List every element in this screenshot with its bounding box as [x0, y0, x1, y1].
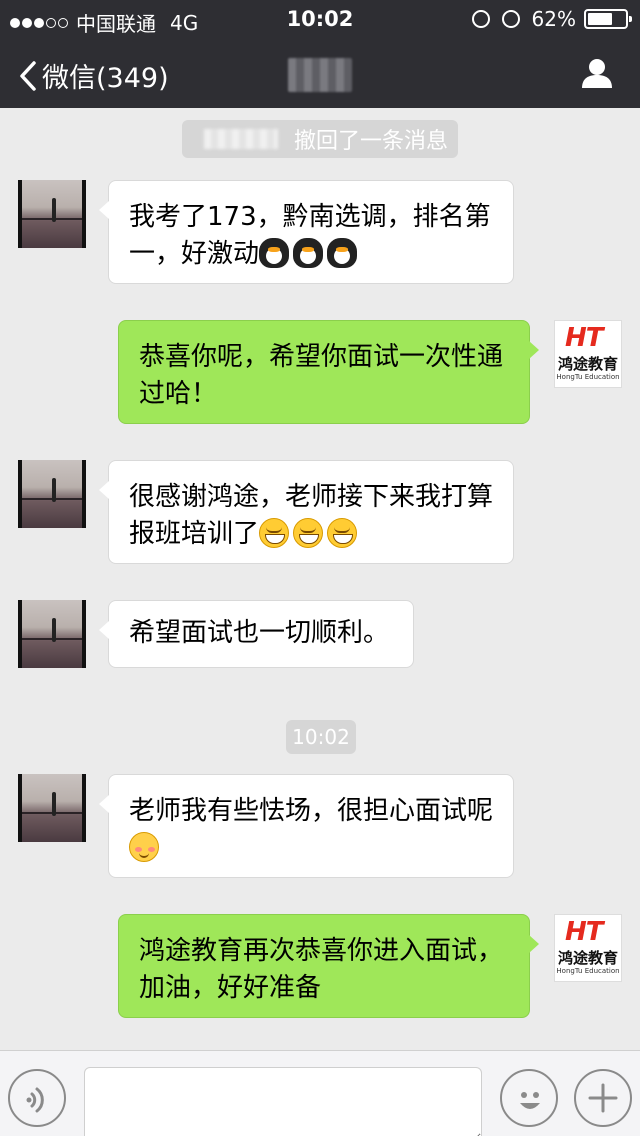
- grin-emoji-icon: [293, 518, 324, 548]
- penguin-emoji-icon: [259, 238, 290, 268]
- rotation-lock-icon: [471, 10, 490, 28]
- battery-icon: [584, 9, 632, 29]
- chevron-left-icon: [20, 60, 36, 91]
- contact-avatar[interactable]: [18, 774, 86, 842]
- chat-timestamp: 10:02: [286, 720, 356, 754]
- brand-avatar[interactable]: HT 鸿途教育 HongTu Education: [554, 914, 622, 982]
- contact-avatar[interactable]: [18, 600, 86, 668]
- emoji-icon: [520, 1092, 540, 1109]
- message-bubble-incoming[interactable]: 希望面试也一切顺利。: [99, 600, 414, 668]
- grin-emoji-icon: [327, 518, 358, 548]
- message-bubble-outgoing[interactable]: 恭喜你呢，希望你面试一次性通过哈！: [118, 320, 539, 424]
- message-text: 恭喜你呢，希望你面试一次性通过哈！: [139, 342, 504, 409]
- contact-name-obscured: [288, 58, 352, 92]
- brand-logo-mark: HT: [565, 917, 603, 947]
- message-text: 鸿途教育再次恭喜你进入面试，加油，好好准备: [139, 936, 504, 1003]
- chat-area[interactable]: 撤回了一条消息 我考了173，黔南选调，排名第一，好激动 恭喜你呢，希望你面试一…: [0, 108, 640, 1050]
- more-button[interactable]: [574, 1069, 632, 1127]
- brand-logo-name: 鸿途教育: [557, 355, 618, 373]
- brand-logo-en: HongTu Education: [556, 967, 620, 975]
- input-bar: [0, 1050, 640, 1136]
- status-bar: 中国联通 4G 10:02 62%: [0, 0, 640, 40]
- grin-emoji-icon: [259, 518, 290, 548]
- message-bubble-outgoing[interactable]: 鸿途教育再次恭喜你进入面试，加油，好好准备: [118, 914, 539, 1018]
- penguin-emoji-icon: [327, 238, 358, 268]
- brand-logo-en: HongTu Education: [556, 373, 620, 381]
- person-icon[interactable]: [580, 56, 614, 90]
- emoji-button[interactable]: [500, 1069, 558, 1127]
- battery-percent: 62%: [531, 7, 576, 31]
- back-button[interactable]: 微信(349): [18, 56, 169, 95]
- alarm-icon: [501, 10, 520, 28]
- brand-logo-name: 鸿途教育: [557, 949, 618, 967]
- nav-bar: 微信(349): [0, 40, 640, 108]
- voice-icon: [26, 1087, 44, 1113]
- contact-avatar[interactable]: [18, 180, 86, 248]
- penguin-emoji-icon: [293, 238, 324, 268]
- obscured-name: [204, 129, 278, 149]
- brand-logo-mark: HT: [565, 323, 603, 353]
- message-text: 希望面试也一切顺利。: [129, 618, 390, 648]
- recall-notice: 撤回了一条消息: [182, 120, 458, 158]
- message-bubble-incoming[interactable]: 很感谢鸿途，老师接下来我打算报班培训了: [99, 460, 514, 564]
- message-bubble-incoming[interactable]: 我考了173，黔南选调，排名第一，好激动: [99, 180, 514, 284]
- plus-icon: [588, 1083, 618, 1113]
- contact-avatar[interactable]: [18, 460, 86, 528]
- message-text: 老师我有些怯场，很担心面试呢: [129, 796, 494, 826]
- message-bubble-incoming[interactable]: 老师我有些怯场，很担心面试呢: [99, 774, 514, 878]
- voice-button[interactable]: [8, 1069, 66, 1127]
- brand-avatar[interactable]: HT 鸿途教育 HongTu Education: [554, 320, 622, 388]
- recall-notice-text: 撤回了一条消息: [294, 129, 449, 154]
- message-input[interactable]: [84, 1067, 482, 1136]
- back-label: 微信(349): [42, 63, 169, 94]
- shy-emoji-icon: [129, 832, 159, 862]
